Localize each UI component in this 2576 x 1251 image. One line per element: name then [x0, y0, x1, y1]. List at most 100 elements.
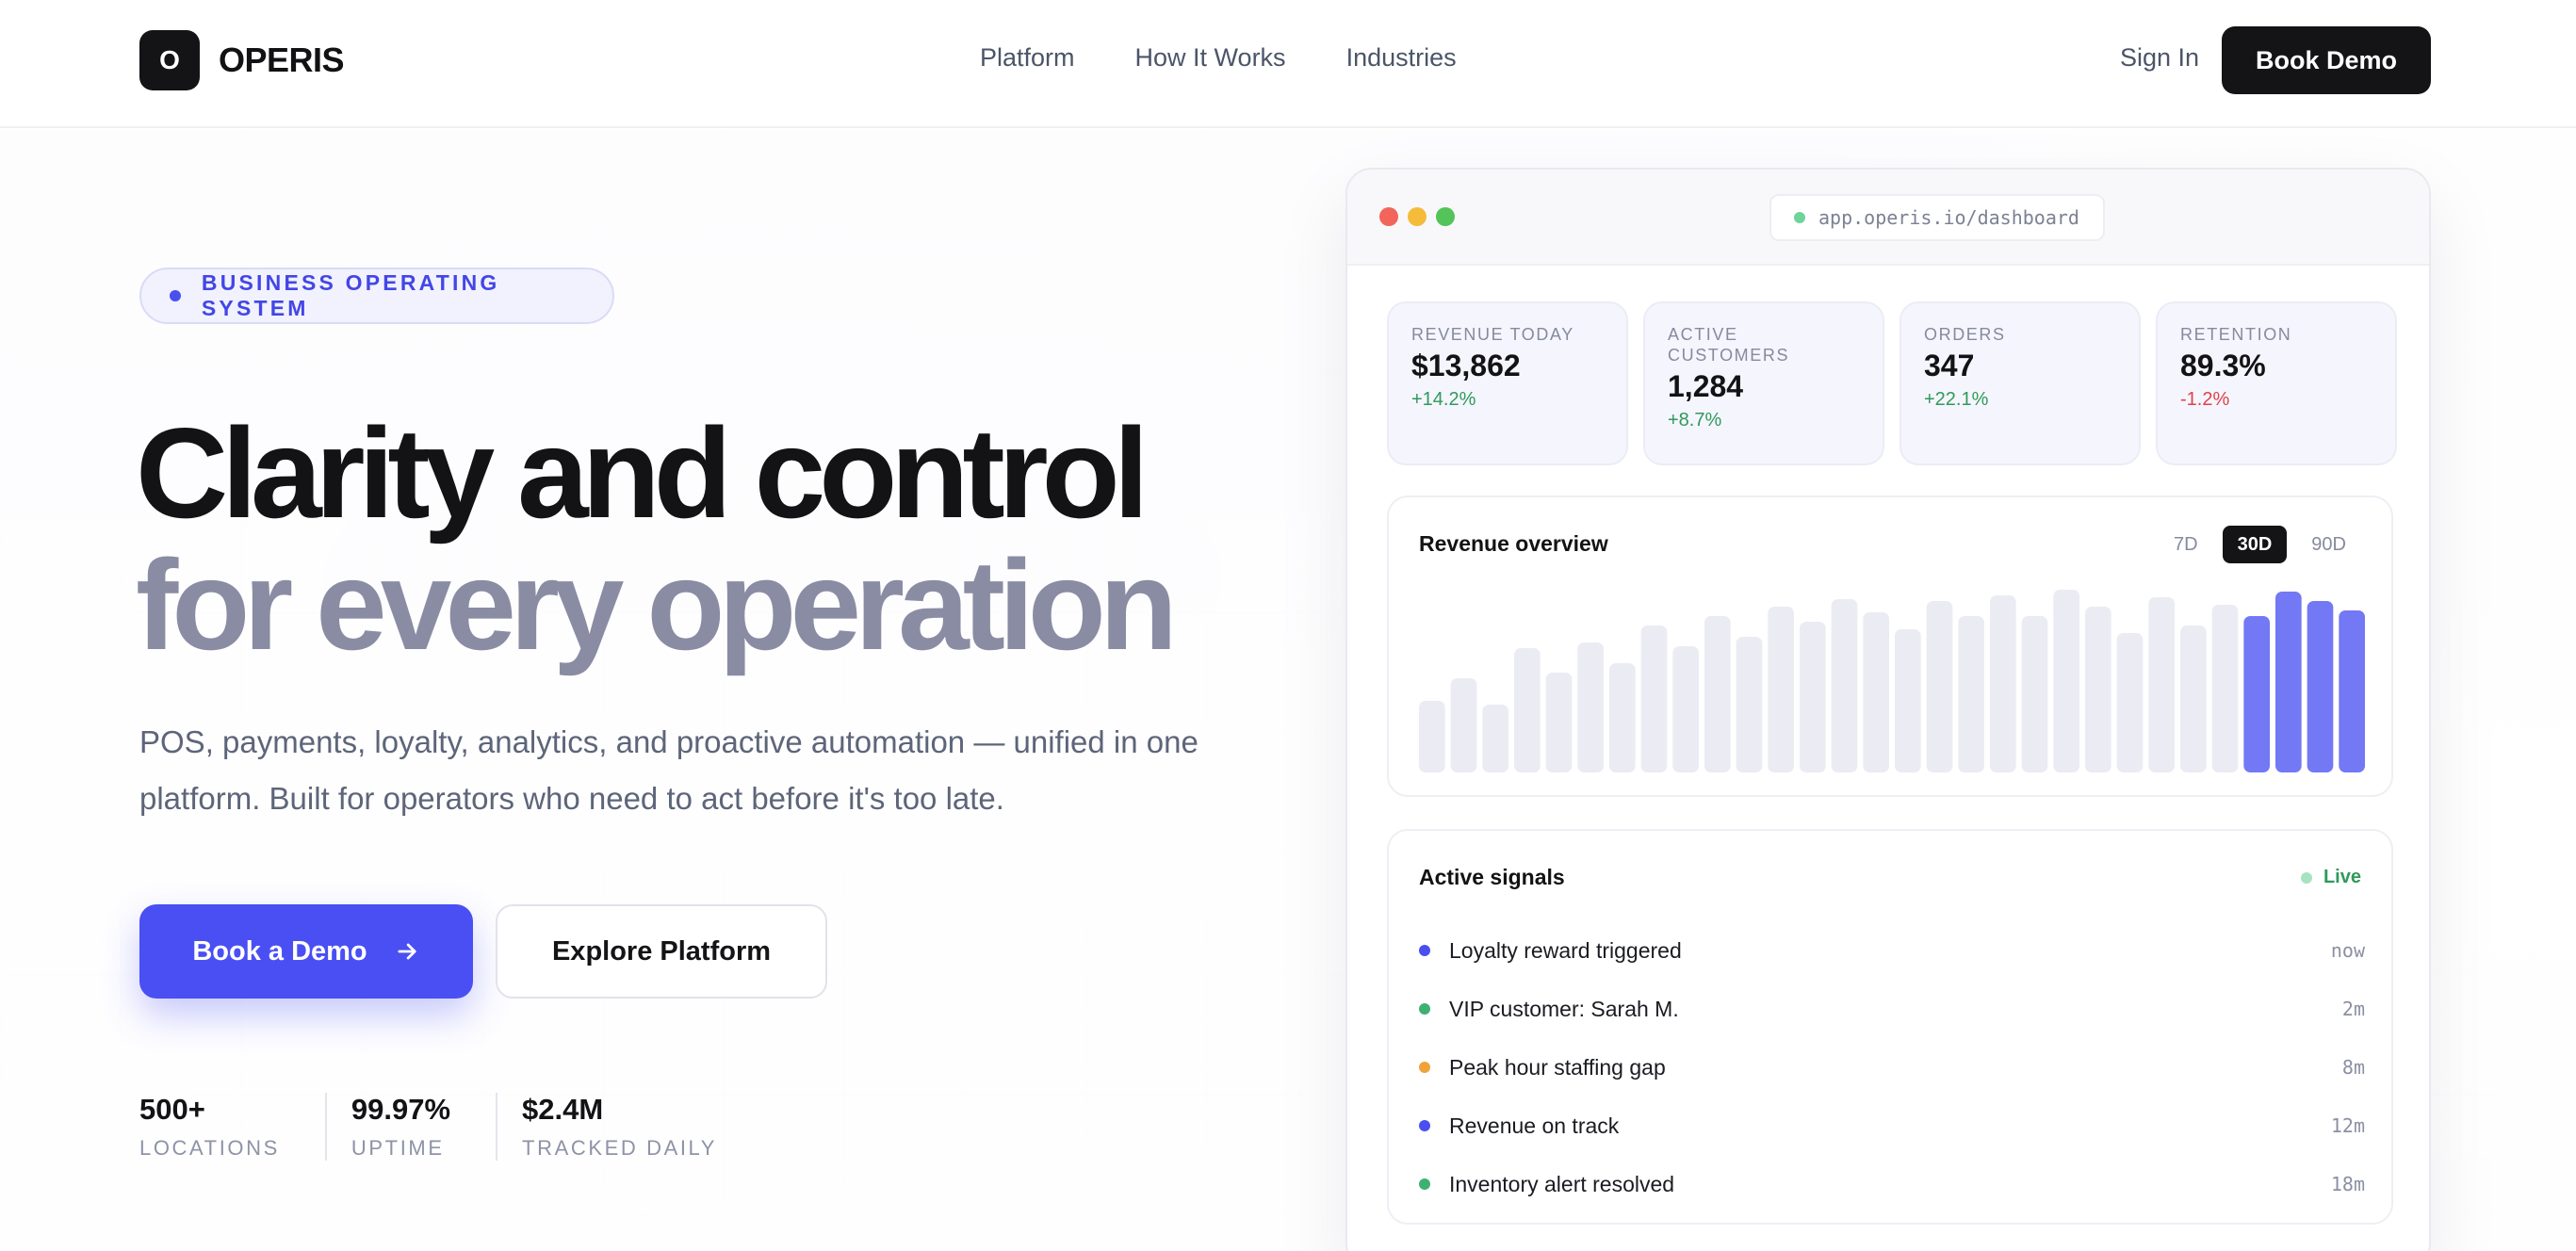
hero-subtext: POS, payments, loyalty, analytics, and p… — [139, 724, 1198, 816]
kpi-label: ACTIVE CUSTOMERS — [1668, 325, 1790, 365]
chart-bar — [1450, 678, 1477, 772]
logo-mark: O — [139, 30, 200, 90]
stat-tracked-daily: $2.4M TRACKED DAILY — [496, 1093, 762, 1161]
chart-bar — [1609, 663, 1636, 772]
badge-label: BUSINESS OPERATING SYSTEM — [201, 270, 500, 320]
kpi-label: REVENUE TODAY — [1411, 325, 1574, 344]
signal-dot-icon — [1419, 1062, 1430, 1073]
main-nav: Platform How It Works Industries — [980, 43, 1457, 73]
chart-bar — [1768, 607, 1794, 772]
list-item[interactable]: Revenue on track 12m — [1419, 1097, 2365, 1155]
range-30d[interactable]: 30D — [2222, 526, 2288, 563]
sign-in-link[interactable]: Sign In — [2120, 43, 2199, 73]
signal-text: Inventory alert resolved — [1449, 1171, 1675, 1196]
secure-dot-icon — [1794, 212, 1805, 223]
close-dot-icon — [1379, 207, 1398, 226]
brand-name: OPERIS — [219, 41, 345, 79]
active-signals-card: Active signals Live Loyalty reward trigg… — [1387, 829, 2393, 1225]
revenue-bar-chart — [1419, 590, 2365, 772]
maximize-dot-icon — [1436, 207, 1455, 226]
chart-bar — [2339, 610, 2365, 772]
chart-bar — [2211, 605, 2239, 772]
chart-bar — [2275, 592, 2302, 772]
signal-dot-icon — [1419, 1120, 1430, 1131]
kpi-value: $13,862 — [1411, 349, 1521, 382]
hero-headline: Clarity and control for every operation — [136, 407, 1178, 671]
nav-industries[interactable]: Industries — [1346, 43, 1457, 73]
signal-text: Revenue on track — [1449, 1113, 1620, 1138]
brand-logo[interactable]: O OPERIS — [139, 30, 345, 90]
list-item[interactable]: Peak hour staffing gap 8m — [1419, 1038, 2365, 1097]
kpi-value: 347 — [1924, 349, 1975, 382]
live-indicator: Live — [2300, 867, 2361, 888]
list-item[interactable]: Inventory alert resolved 18m — [1419, 1155, 2365, 1213]
chart-bar — [1482, 705, 1508, 772]
kpi-delta: -1.2% — [2180, 389, 2230, 410]
nav-how-it-works[interactable]: How It Works — [1135, 43, 1286, 73]
stat-value: 500+ — [139, 1093, 205, 1126]
kpi-delta: +22.1% — [1924, 389, 1989, 410]
stat-locations: 500+ LOCATIONS — [139, 1093, 325, 1161]
kpi-value: 89.3% — [2180, 349, 2266, 382]
kpi-delta: +14.2% — [1411, 389, 1476, 410]
chart-bar — [2243, 616, 2270, 772]
site-header: O OPERIS Platform How It Works Industrie… — [0, 0, 2576, 128]
book-a-demo-button[interactable]: Book a Demo — [139, 904, 473, 999]
signal-dot-icon — [1419, 945, 1430, 956]
list-item[interactable]: Loyalty reward triggered now — [1419, 921, 2365, 980]
range-90d[interactable]: 90D — [2296, 526, 2361, 563]
signals-list: Loyalty reward triggered now VIP custome… — [1419, 921, 2365, 1213]
signal-dot-icon — [1419, 1003, 1430, 1015]
chart-title: Revenue overview — [1419, 531, 1608, 556]
kpi-orders: ORDERS 347 +22.1% — [1899, 301, 2141, 465]
signals-title: Active signals — [1419, 865, 1565, 889]
book-demo-button[interactable]: Book Demo — [2222, 26, 2431, 94]
chart-bar — [1736, 637, 1763, 772]
chart-bar — [2116, 633, 2144, 772]
stat-uptime: 99.97% UPTIME — [324, 1093, 496, 1161]
kpi-label: ORDERS — [1924, 325, 2006, 344]
kpi-label: RETENTION — [2180, 325, 2292, 344]
chart-bar — [2180, 626, 2207, 772]
chart-bar — [1672, 646, 1699, 772]
chart-bar — [1926, 601, 1953, 772]
signal-time: 12m — [2330, 1114, 2365, 1137]
chart-bar — [2021, 616, 2048, 772]
live-dot-icon — [2300, 871, 2312, 884]
stat-label: TRACKED DAILY — [522, 1136, 718, 1160]
signal-text: Peak hour staffing gap — [1449, 1054, 1666, 1080]
kpi-revenue-today: REVENUE TODAY $13,862 +14.2% — [1387, 301, 1628, 465]
chart-bar — [2307, 601, 2334, 772]
window-titlebar: app.operis.io/dashboard — [1347, 170, 2429, 266]
minimize-dot-icon — [1408, 207, 1427, 226]
explore-platform-button[interactable]: Explore Platform — [496, 904, 827, 999]
kpi-row: REVENUE TODAY $13,862 +14.2% ACTIVE CUST… — [1387, 301, 2397, 465]
stat-value: $2.4M — [522, 1093, 604, 1126]
chart-bar — [1895, 629, 1921, 772]
nav-platform[interactable]: Platform — [980, 43, 1075, 73]
url-bar: app.operis.io/dashboard — [1769, 194, 2105, 241]
signal-text: VIP customer: Sarah M. — [1449, 996, 1679, 1021]
url-text: app.operis.io/dashboard — [1818, 206, 2079, 229]
chart-bar — [1990, 595, 2016, 772]
range-selector: 7D 30D 90D — [2159, 526, 2361, 563]
signal-time: 18m — [2330, 1173, 2365, 1195]
chart-bar — [1800, 622, 1826, 772]
chart-bar — [1419, 701, 1445, 772]
kpi-retention: RETENTION 89.3% -1.2% — [2156, 301, 2397, 465]
chart-bar — [1577, 642, 1604, 772]
kpi-active-customers: ACTIVE CUSTOMERS 1,284 +8.7% — [1643, 301, 1884, 465]
signal-dot-icon — [1419, 1178, 1430, 1190]
list-item[interactable]: VIP customer: Sarah M. 2m — [1419, 980, 2365, 1038]
dashboard-preview-window: app.operis.io/dashboard REVENUE TODAY $1… — [1345, 168, 2431, 1251]
cta-primary-label: Book a Demo — [192, 935, 367, 967]
signal-time: now — [2330, 939, 2365, 962]
chart-bar — [1545, 673, 1573, 772]
chart-bar — [1831, 599, 1858, 772]
signal-time: 8m — [2341, 1056, 2365, 1079]
chart-bar — [1958, 616, 1984, 772]
arrow-right-icon — [398, 943, 416, 960]
range-7d[interactable]: 7D — [2159, 526, 2213, 563]
stat-label: UPTIME — [351, 1136, 445, 1160]
live-label: Live — [2323, 867, 2361, 887]
